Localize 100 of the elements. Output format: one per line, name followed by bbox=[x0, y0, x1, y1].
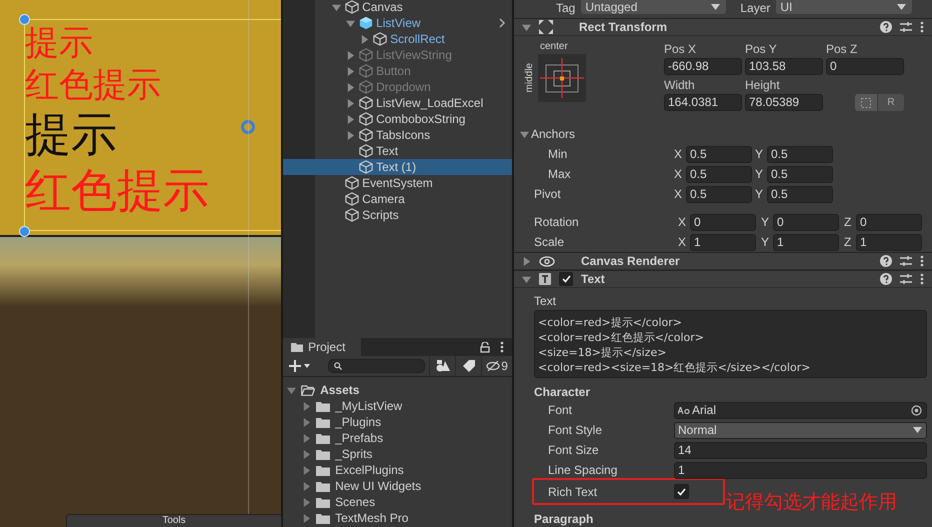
folder-icon bbox=[316, 400, 330, 412]
blueprint-mode-button[interactable] bbox=[855, 94, 877, 111]
number-field[interactable]: 0.5 bbox=[767, 166, 833, 182]
number-field[interactable]: 1 bbox=[674, 462, 927, 478]
hierarchy-item[interactable]: Text bbox=[283, 143, 512, 159]
folder-name[interactable]: _MyListView bbox=[335, 399, 402, 413]
number-field[interactable]: 0.5 bbox=[686, 186, 752, 202]
add-dropdown-icon[interactable] bbox=[289, 360, 312, 372]
number-field[interactable]: 0 bbox=[690, 214, 756, 230]
preset-sliders-icon[interactable] bbox=[900, 255, 912, 267]
text-area-field[interactable]: <color=red>提示</color> <color=red>红色提示</color> <size=18>提示</size> <color=red><size=18>红色提示</size></color> bbox=[534, 310, 927, 378]
number-field[interactable]: 164.0381 bbox=[664, 94, 742, 111]
folder-name[interactable]: Assets bbox=[320, 383, 360, 397]
object-field[interactable]: Arial bbox=[674, 402, 927, 418]
rendered-text: 红色提示 bbox=[25, 162, 209, 218]
number-field[interactable]: 0 bbox=[826, 58, 904, 75]
number-field[interactable]: 0 bbox=[773, 214, 839, 230]
eye-slash-icon bbox=[486, 361, 500, 371]
tag-icon bbox=[462, 360, 475, 372]
expand-arrow-icon[interactable] bbox=[302, 482, 312, 490]
layer-dropdown[interactable]: UI bbox=[776, 0, 912, 14]
hierarchy-item[interactable]: ListView bbox=[283, 15, 512, 31]
folder-name[interactable]: New UI Widgets bbox=[335, 479, 422, 493]
number-field[interactable]: 78.05389 bbox=[745, 94, 823, 111]
property-label: Min bbox=[547, 147, 568, 161]
number-field[interactable]: 0 bbox=[856, 214, 922, 230]
expand-arrow-icon[interactable] bbox=[302, 514, 312, 522]
tools-tab[interactable]: Tools bbox=[66, 514, 282, 527]
hierarchy-item[interactable]: Canvas bbox=[283, 0, 512, 15]
number-field[interactable]: 103.58 bbox=[745, 58, 823, 75]
folder-name[interactable]: TextMesh Pro bbox=[335, 511, 408, 525]
anchor-horizontal-label: center bbox=[540, 40, 569, 54]
more-options-icon[interactable] bbox=[920, 273, 924, 285]
hierarchy-item[interactable]: Text (1) bbox=[283, 159, 512, 175]
raw-edit-button[interactable]: R bbox=[878, 94, 904, 111]
help-icon[interactable] bbox=[880, 273, 892, 285]
rect-handle-icon[interactable] bbox=[19, 226, 30, 237]
anchor-preset-button[interactable] bbox=[538, 54, 586, 102]
folder-icon bbox=[301, 384, 316, 396]
hierarchy-item[interactable]: ScrollRect bbox=[283, 31, 512, 47]
expand-arrow-icon[interactable] bbox=[302, 498, 312, 506]
chevron-right-icon[interactable] bbox=[499, 18, 506, 28]
expand-arrow-icon[interactable] bbox=[302, 466, 312, 474]
checkbox[interactable] bbox=[674, 484, 689, 499]
project-tab[interactable]: Project bbox=[283, 338, 362, 356]
help-icon[interactable] bbox=[880, 21, 892, 33]
number-field[interactable]: 14 bbox=[674, 442, 927, 458]
number-field[interactable]: 1 bbox=[856, 234, 922, 250]
folder-name[interactable]: ExcelPlugins bbox=[335, 463, 404, 477]
hierarchy-item[interactable]: EventSystem bbox=[283, 175, 512, 191]
search-icon bbox=[334, 362, 342, 370]
expand-arrow-icon[interactable] bbox=[302, 434, 312, 442]
search-field[interactable] bbox=[328, 359, 426, 373]
number-field[interactable]: -660.98 bbox=[664, 58, 742, 75]
expand-arrow-icon[interactable] bbox=[287, 386, 296, 394]
more-options-icon[interactable] bbox=[920, 255, 924, 267]
number-field[interactable]: 0.5 bbox=[686, 146, 752, 162]
expand-arrow-icon[interactable] bbox=[302, 450, 312, 458]
section-label: Paragraph bbox=[534, 511, 594, 527]
preset-sliders-icon[interactable] bbox=[900, 273, 912, 285]
folder-name[interactable]: _Prefabs bbox=[335, 431, 384, 445]
field-label: Height bbox=[745, 77, 781, 94]
property-label: Font Size bbox=[547, 443, 600, 457]
object-picker-icon[interactable] bbox=[911, 404, 922, 416]
more-options-icon[interactable] bbox=[920, 21, 924, 33]
property-label: Text bbox=[534, 293, 558, 309]
axis-label: Y bbox=[761, 235, 770, 249]
enable-checkbox[interactable] bbox=[559, 272, 573, 286]
hierarchy-item[interactable]: Camera bbox=[283, 191, 512, 207]
expand-arrow-icon[interactable] bbox=[302, 402, 312, 410]
rect-handle-icon[interactable] bbox=[19, 14, 30, 25]
tab-label: Project bbox=[308, 340, 346, 354]
hierarchy-item[interactable]: Scripts bbox=[283, 207, 512, 223]
preset-sliders-icon[interactable] bbox=[900, 21, 912, 33]
tag-dropdown[interactable]: Untagged bbox=[581, 0, 726, 14]
component-header[interactable]: Text bbox=[514, 270, 932, 288]
lock-icon[interactable] bbox=[480, 342, 490, 352]
folder-icon bbox=[316, 496, 330, 508]
expand-arrow-icon[interactable] bbox=[302, 418, 312, 426]
number-field[interactable]: 1 bbox=[690, 234, 756, 250]
expand-arrow-icon[interactable] bbox=[520, 130, 529, 138]
hierarchy-item[interactable]: ComboboxString bbox=[283, 111, 512, 127]
axis-label: Y bbox=[761, 215, 770, 229]
dropdown[interactable]: Normal bbox=[674, 422, 927, 438]
cube-icon bbox=[359, 96, 374, 110]
expand-arrow-icon[interactable] bbox=[522, 22, 531, 32]
component-header[interactable]: Canvas Renderer bbox=[514, 252, 932, 270]
more-options-icon[interactable] bbox=[500, 341, 504, 353]
number-field[interactable]: 0.5 bbox=[767, 146, 833, 162]
help-icon[interactable] bbox=[880, 255, 892, 267]
component-header[interactable]: Rect Transform bbox=[514, 18, 932, 36]
folder-name[interactable]: _Plugins bbox=[335, 415, 382, 429]
folder-name[interactable]: _Sprits bbox=[335, 447, 372, 461]
pivot-handle-icon[interactable] bbox=[241, 120, 255, 134]
number-field[interactable]: 1 bbox=[773, 234, 839, 250]
number-field[interactable]: 0.5 bbox=[686, 166, 752, 182]
hierarchy-item[interactable]: TabsIcons bbox=[283, 127, 512, 143]
hierarchy-item[interactable]: ListView_LoadExcel bbox=[283, 95, 512, 111]
folder-name[interactable]: Scenes bbox=[335, 495, 376, 509]
number-field[interactable]: 0.5 bbox=[767, 186, 833, 202]
